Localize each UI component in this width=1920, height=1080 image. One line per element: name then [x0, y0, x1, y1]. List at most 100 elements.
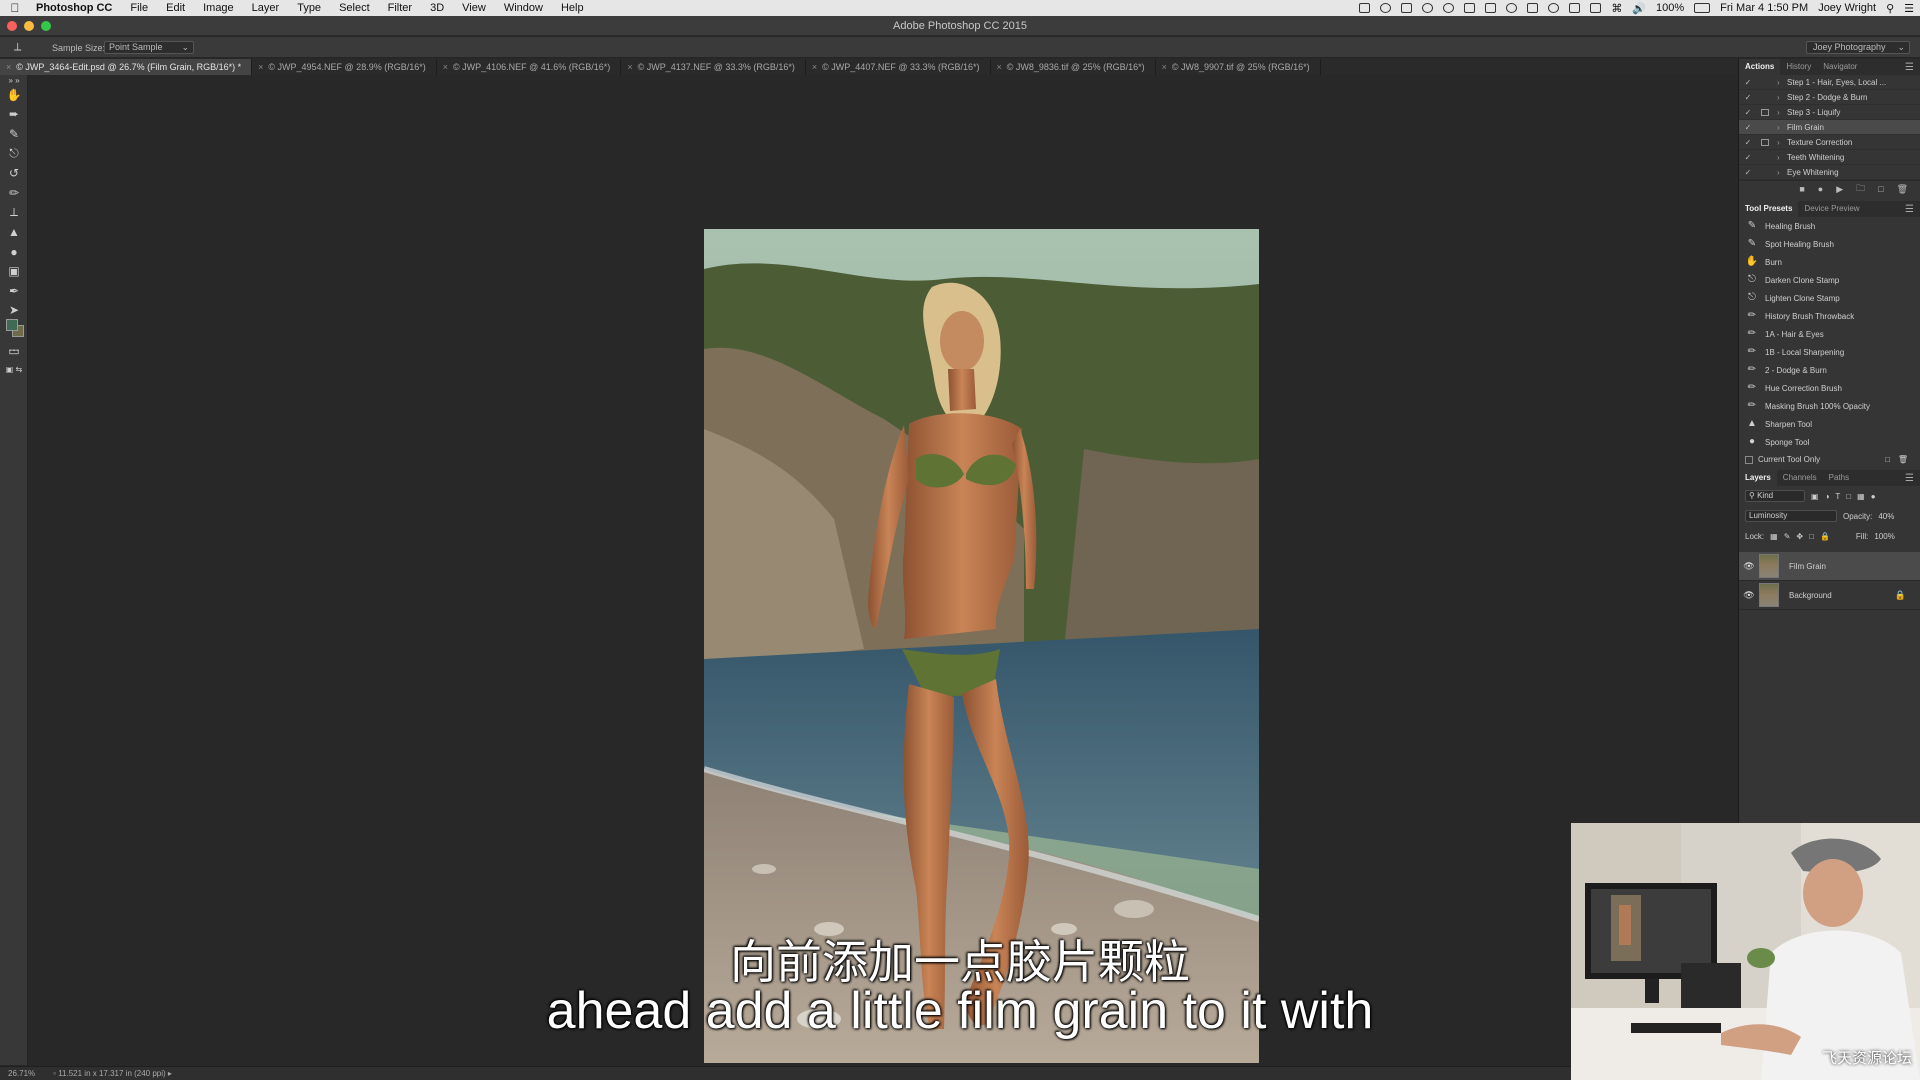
- layer-row-film-grain[interactable]: 👁 Film Grain: [1739, 552, 1920, 581]
- dialog-toggle[interactable]: [1757, 152, 1773, 162]
- current-tool-only-checkbox[interactable]: [1745, 455, 1753, 464]
- document-info[interactable]: ▫ 11.521 in x 17.317 in (240 ppi) ▸: [53, 1067, 172, 1080]
- blend-mode-select[interactable]: Luminosity: [1745, 510, 1837, 522]
- dropbox-icon[interactable]: [1359, 3, 1371, 13]
- preset-item[interactable]: ✏ Masking Brush 100% Opacity: [1739, 397, 1920, 415]
- tab-paths[interactable]: Paths: [1823, 470, 1855, 486]
- expand-arrow-icon[interactable]: ›: [1777, 168, 1787, 177]
- close-tab-icon[interactable]: ×: [6, 62, 11, 72]
- opacity-field[interactable]: 40%: [1878, 512, 1894, 521]
- toggle-check-icon[interactable]: ✓: [1739, 138, 1757, 147]
- sponge-tool-icon[interactable]: ●: [0, 242, 28, 262]
- crop-tool-icon[interactable]: ▣: [0, 261, 28, 281]
- stop-icon[interactable]: ■: [1799, 184, 1804, 194]
- info-icon[interactable]: [1380, 3, 1392, 13]
- preset-item[interactable]: ✏ 2 - Dodge & Burn: [1739, 361, 1920, 379]
- record-icon[interactable]: [1548, 3, 1560, 13]
- preset-item[interactable]: ⎋ Lighten Clone Stamp: [1739, 289, 1920, 307]
- expand-arrow-icon[interactable]: ›: [1777, 78, 1787, 87]
- sample-size-select[interactable]: Point Sample ⌄: [104, 41, 194, 54]
- menu-view[interactable]: View: [453, 2, 495, 14]
- layer-name[interactable]: Background: [1789, 591, 1832, 600]
- document-tab[interactable]: × © JWP_4106.NEF @ 41.6% (RGB/16*): [437, 59, 622, 75]
- visibility-eye-icon[interactable]: 👁: [1739, 561, 1759, 572]
- layer-name[interactable]: Film Grain: [1789, 562, 1826, 571]
- camera-icon[interactable]: [1527, 3, 1539, 13]
- play-icon[interactable]: ▶: [1836, 184, 1843, 195]
- dialog-toggle[interactable]: [1757, 77, 1773, 87]
- sharpen-tool-icon[interactable]: ▲: [0, 222, 28, 242]
- app-icon[interactable]: [1401, 3, 1413, 13]
- close-tab-icon[interactable]: ×: [1162, 62, 1167, 72]
- preset-item[interactable]: ● Sponge Tool: [1739, 433, 1920, 451]
- screen-mode-icon[interactable]: ▭: [0, 341, 28, 361]
- close-tab-icon[interactable]: ×: [258, 62, 263, 72]
- expand-arrow-icon[interactable]: ›: [1777, 93, 1787, 102]
- clock[interactable]: Fri Mar 4 1:50 PM: [1720, 2, 1808, 14]
- hand-tool-icon[interactable]: ✋: [0, 85, 28, 105]
- foreground-color-swatch[interactable]: [6, 319, 18, 331]
- trash-icon[interactable]: 🗑: [1898, 455, 1908, 464]
- clone-stamp-tool-icon[interactable]: ⎋: [0, 144, 28, 164]
- smart-object-filter-icon[interactable]: ▦: [1857, 492, 1865, 501]
- default-colors-icon[interactable]: ▣ ⇆: [0, 359, 28, 379]
- display-icon[interactable]: [1485, 3, 1497, 13]
- shape-filter-icon[interactable]: □: [1846, 492, 1851, 501]
- dialog-toggle[interactable]: [1757, 107, 1773, 117]
- action-item[interactable]: ✓ › Step 2 - Dodge & Burn: [1739, 90, 1920, 105]
- brush-tool-icon[interactable]: ✏: [0, 183, 28, 203]
- path-selection-tool-icon[interactable]: ➤: [0, 301, 28, 321]
- zoom-level[interactable]: 26.71%: [8, 1067, 35, 1080]
- panel-collapse-icon[interactable]: » »: [0, 75, 28, 85]
- panel-menu-icon[interactable]: ☰: [1905, 473, 1914, 484]
- panel-menu-icon[interactable]: ☰: [1905, 204, 1914, 215]
- tab-channels[interactable]: Channels: [1777, 470, 1823, 486]
- preset-item[interactable]: ✎ Spot Healing Brush: [1739, 235, 1920, 253]
- close-tab-icon[interactable]: ×: [812, 62, 817, 72]
- dialog-toggle[interactable]: [1757, 137, 1773, 147]
- notification-center-icon[interactable]: ☰: [1904, 2, 1914, 15]
- layer-kind-filter[interactable]: ⚲ Kind: [1745, 490, 1805, 502]
- document-tab[interactable]: × © JWP_4954.NEF @ 28.9% (RGB/16*): [252, 59, 437, 75]
- document-tab[interactable]: × © JWP_3464-Edit.psd @ 26.7% (Film Grain…: [0, 59, 253, 75]
- close-tab-icon[interactable]: ×: [443, 62, 448, 72]
- lock-all-icon[interactable]: 🔒: [1820, 532, 1830, 541]
- dialog-toggle[interactable]: [1757, 167, 1773, 177]
- preset-item[interactable]: ✏ History Brush Throwback: [1739, 307, 1920, 325]
- lasso-tool-icon[interactable]: ➨: [0, 105, 28, 125]
- new-set-icon[interactable]: 🗀: [1856, 181, 1865, 197]
- toggle-check-icon[interactable]: ✓: [1739, 123, 1757, 132]
- preset-item[interactable]: ✎ Healing Brush: [1739, 217, 1920, 235]
- type-filter-icon[interactable]: T: [1835, 492, 1840, 501]
- fill-field[interactable]: 100%: [1874, 532, 1894, 541]
- volume-icon[interactable]: 🔊: [1632, 2, 1646, 15]
- menu-3d[interactable]: 3D: [421, 2, 453, 14]
- expand-arrow-icon[interactable]: ›: [1777, 123, 1787, 132]
- toggle-check-icon[interactable]: ✓: [1739, 78, 1757, 87]
- airplay-icon[interactable]: [1590, 3, 1602, 13]
- document-tab[interactable]: × © JWP_4137.NEF @ 33.3% (RGB/16*): [621, 59, 806, 75]
- lock-transparent-icon[interactable]: ▦: [1770, 532, 1778, 541]
- expand-arrow-icon[interactable]: ›: [1777, 153, 1787, 162]
- action-item[interactable]: ✓ › Step 1 - Hair, Eyes, Local ...: [1739, 75, 1920, 90]
- cloud-icon[interactable]: [1422, 3, 1434, 13]
- menu-type[interactable]: Type: [288, 2, 330, 14]
- menu-app-name[interactable]: Photoshop CC: [30, 2, 121, 14]
- action-item[interactable]: ✓ › Eye Whitening: [1739, 165, 1920, 180]
- lock-pixels-icon[interactable]: ✎: [1784, 532, 1791, 541]
- action-item-selected[interactable]: ✓ › Film Grain: [1739, 120, 1920, 135]
- filter-toggle-icon[interactable]: ●: [1871, 492, 1876, 501]
- new-preset-icon[interactable]: □: [1885, 455, 1890, 464]
- menu-window[interactable]: Window: [495, 2, 552, 14]
- toggle-check-icon[interactable]: ✓: [1739, 168, 1757, 177]
- tab-actions[interactable]: Actions: [1739, 59, 1781, 75]
- record-icon[interactable]: ●: [1818, 184, 1823, 194]
- menu-layer[interactable]: Layer: [243, 2, 289, 14]
- toggle-check-icon[interactable]: ✓: [1739, 93, 1757, 102]
- preset-item[interactable]: ✋ Burn: [1739, 253, 1920, 271]
- preset-item[interactable]: ✏ 1A - Hair & Eyes: [1739, 325, 1920, 343]
- new-action-icon[interactable]: □: [1878, 184, 1883, 194]
- menu-file[interactable]: File: [121, 2, 157, 14]
- document-tab[interactable]: × © JW8_9836.tif @ 25% (RGB/16*): [991, 59, 1156, 75]
- healing-brush-tool-icon[interactable]: ✎: [0, 124, 28, 144]
